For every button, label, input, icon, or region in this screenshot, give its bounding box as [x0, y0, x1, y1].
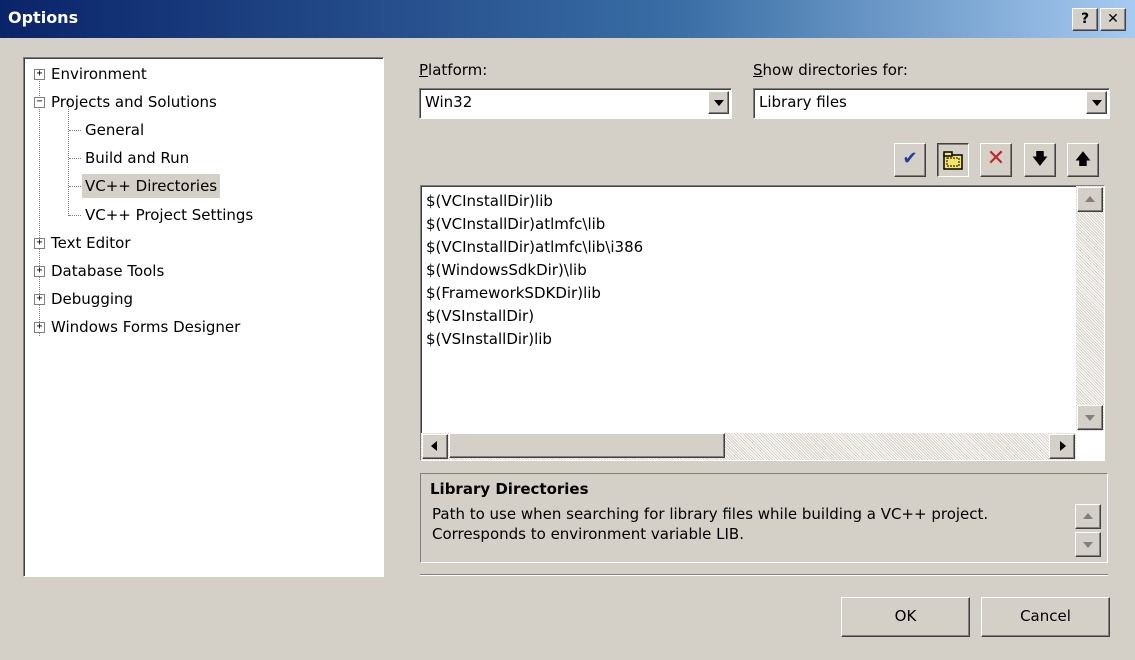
collapse-icon[interactable]: −	[34, 97, 45, 108]
directory-item[interactable]: $(VSInstallDir)lib	[426, 328, 552, 351]
platform-value: Win32	[425, 93, 473, 111]
separator	[420, 574, 1108, 576]
cancel-button[interactable]: Cancel	[981, 597, 1110, 637]
description-text: Path to use when searching for library f…	[432, 504, 988, 544]
arrow-down-icon: 🡇	[1031, 149, 1049, 168]
expand-icon[interactable]: +	[34, 238, 45, 249]
platform-label-text: latform:	[428, 61, 488, 79]
tree-connector	[68, 98, 69, 216]
show-directories-select[interactable]: Library files	[753, 88, 1110, 119]
new-folder-icon	[943, 151, 963, 170]
scroll-up-icon	[1085, 196, 1095, 202]
directory-item[interactable]: $(WindowsSdkDir)\lib	[426, 259, 587, 282]
vertical-scrollbar[interactable]	[1076, 186, 1104, 431]
scroll-left-button[interactable]	[422, 434, 448, 459]
directory-item[interactable]: $(VCInstallDir)atlmfc\lib\i386	[426, 236, 643, 259]
show-directories-mnemonic: S	[753, 61, 763, 79]
options-dialog: Options ? ✕ + Environment − Projects and…	[0, 0, 1135, 660]
directories-list[interactable]: $(VCInstallDir)lib $(VCInstallDir)atlmfc…	[420, 185, 1105, 461]
check-icon: ✔	[902, 148, 918, 169]
show-directories-label-text: how directories for:	[762, 61, 908, 79]
platform-select[interactable]: Win32	[419, 88, 732, 119]
expand-icon[interactable]: +	[34, 69, 45, 80]
scroll-up-button[interactable]	[1077, 187, 1103, 212]
tree-item-label: Environment	[51, 65, 147, 83]
ok-button[interactable]: OK	[841, 597, 970, 637]
scroll-right-icon	[1060, 441, 1066, 451]
tree-item-label: Database Tools	[51, 262, 165, 280]
description-title: Library Directories	[430, 480, 589, 498]
scroll-down-icon	[1083, 542, 1093, 548]
expand-icon[interactable]: +	[34, 322, 45, 333]
delete-button[interactable]: ✕	[980, 143, 1012, 177]
window-title: Options	[8, 8, 79, 27]
platform-dropdown-button[interactable]	[708, 91, 729, 114]
tree-connector	[69, 215, 81, 216]
directory-item[interactable]: $(FrameworkSDKDir)lib	[426, 282, 601, 305]
chevron-down-icon	[1092, 100, 1102, 106]
horizontal-scroll-thumb[interactable]	[449, 433, 725, 458]
move-up-button[interactable]: 🡅	[1067, 143, 1099, 177]
show-directories-label: Show directories for:	[753, 61, 908, 79]
title-bar[interactable]: Options ? ✕	[0, 0, 1135, 38]
tree-item-label: Projects and Solutions	[51, 93, 217, 111]
scroll-up-icon	[1083, 513, 1093, 519]
show-directories-dropdown-button[interactable]	[1086, 91, 1107, 114]
expand-icon[interactable]: +	[34, 294, 45, 305]
arrow-up-icon: 🡅	[1074, 149, 1092, 168]
description-panel: Library Directories Path to use when sea…	[420, 473, 1108, 563]
directory-item[interactable]: $(VSInstallDir)	[426, 305, 534, 328]
platform-mnemonic: P	[419, 61, 429, 79]
tree-item-label: General	[85, 121, 145, 139]
tree-item-label: Text Editor	[51, 234, 131, 252]
tree-item-label: Windows Forms Designer	[51, 318, 241, 336]
description-scroll-down-button[interactable]	[1075, 532, 1101, 557]
scroll-down-icon	[1085, 415, 1095, 421]
scroll-down-button[interactable]	[1077, 405, 1103, 430]
description-line-1: Path to use when searching for library f…	[432, 505, 989, 523]
directory-item[interactable]: $(VCInstallDir)lib	[426, 190, 553, 213]
horizontal-scrollbar[interactable]	[421, 433, 1076, 460]
move-down-button[interactable]: 🡇	[1024, 143, 1056, 177]
scroll-left-icon	[431, 441, 437, 451]
tree-item-label: Build and Run	[85, 149, 190, 167]
tree-item-label: Debugging	[51, 290, 134, 308]
directory-item[interactable]: $(VCInstallDir)atlmfc\lib	[426, 213, 605, 236]
delete-icon: ✕	[986, 146, 1006, 171]
options-tree[interactable]: + Environment − Projects and Solutions G…	[23, 57, 384, 577]
help-button[interactable]: ?	[1072, 8, 1098, 31]
show-directories-value: Library files	[759, 93, 847, 111]
check-button[interactable]: ✔	[894, 143, 926, 177]
new-line-button[interactable]	[937, 143, 969, 177]
tree-item-label: VC++ Project Settings	[85, 206, 254, 224]
description-line-2: Corresponds to environment variable LIB.	[432, 525, 744, 543]
scroll-right-button[interactable]	[1049, 434, 1075, 459]
description-scroll-up-button[interactable]	[1075, 504, 1101, 529]
expand-icon[interactable]: +	[34, 266, 45, 277]
tree-item-label: VC++ Directories	[82, 174, 221, 198]
close-button[interactable]: ✕	[1100, 8, 1126, 31]
tree-connector	[69, 186, 81, 187]
chevron-down-icon	[714, 100, 724, 106]
tree-connector	[69, 130, 81, 131]
tree-connector	[69, 158, 81, 159]
platform-label: Platform:	[419, 61, 487, 79]
